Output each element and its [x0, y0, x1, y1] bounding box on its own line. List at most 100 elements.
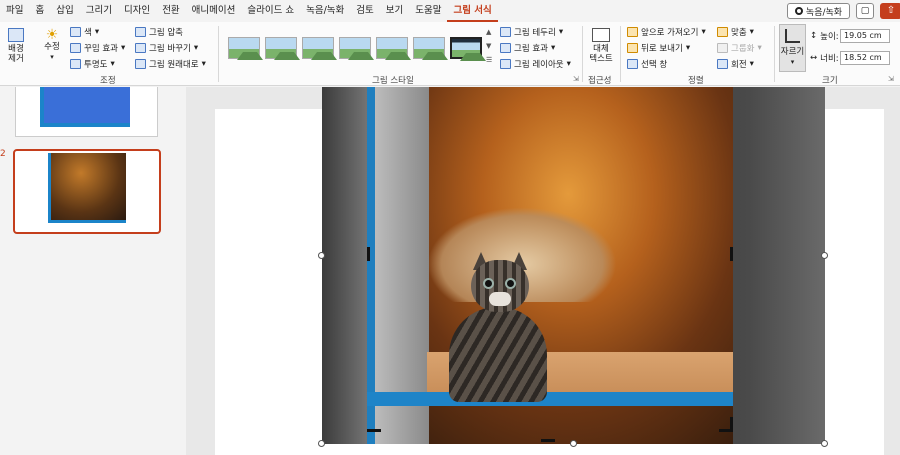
chevron-down-icon: ▾ [120, 43, 126, 53]
slide-thumbnail-2[interactable] [13, 149, 161, 234]
crop-button[interactable]: 자르기 ▾ [779, 24, 806, 72]
cat-eye [505, 278, 516, 289]
menu-bar: 파일 홈 삽입 그리기 디자인 전환 애니메이션 슬라이드 쇼 녹음/녹화 검토… [0, 0, 900, 22]
tab-view[interactable]: 보기 [380, 0, 409, 22]
tab-draw[interactable]: 그리기 [80, 0, 118, 22]
record-button-label: 녹음/녹화 [805, 7, 843, 18]
tab-insert[interactable]: 삽입 [50, 0, 79, 22]
resize-handle-bottom-left[interactable] [318, 440, 325, 447]
crop-handle[interactable] [367, 247, 370, 261]
group-label: 그룹화 [731, 44, 755, 54]
cat [449, 252, 549, 402]
chevron-down-icon: ▾ [558, 27, 564, 37]
change-picture-label: 그림 바꾸기 [149, 44, 191, 54]
picture-layout-button[interactable]: 그림 레이아웃 ▾ [500, 58, 571, 70]
group-button[interactable]: 그룹화 ▾ [717, 42, 762, 54]
compress-label: 그림 압축 [149, 28, 183, 38]
picture-layout-icon [500, 59, 511, 69]
remove-background-icon [8, 28, 24, 42]
crop-handle[interactable] [541, 439, 555, 442]
compress-pictures-button[interactable]: 그림 압축 [135, 26, 183, 38]
dialog-launcher-icon[interactable]: ⇲ [888, 75, 894, 83]
tab-picture-format[interactable]: 그림 서식 [447, 0, 498, 22]
divider [218, 26, 219, 82]
remove-background-button[interactable]: 배경 제거 [4, 28, 28, 64]
align-label: 맞춤 [731, 28, 747, 38]
height-field[interactable]: 19.05 cm [840, 29, 890, 43]
change-picture-icon [135, 43, 146, 53]
chevron-down-icon: ▾ [50, 53, 54, 61]
align-button[interactable]: 맞춤 ▾ [717, 26, 754, 38]
chevron-down-icon: ▾ [685, 43, 691, 53]
alt-text-icon [592, 28, 610, 42]
tab-design[interactable]: 디자인 [118, 0, 156, 22]
selection-pane-label: 선택 창 [641, 60, 668, 70]
bring-forward-button[interactable]: 앞으로 가져오기 ▾ [627, 26, 706, 38]
divider [620, 26, 621, 82]
crop-handle[interactable] [730, 247, 733, 261]
resize-handle-bottom-right[interactable] [821, 440, 828, 447]
cat-eye [483, 278, 494, 289]
thumbnail-picture [40, 87, 130, 127]
tab-transitions[interactable]: 전환 [156, 0, 185, 22]
gallery-scroll-up-icon[interactable]: ▲ [486, 28, 491, 36]
picture-style-1[interactable] [228, 37, 263, 60]
resize-handle-right[interactable] [821, 252, 828, 259]
width-field[interactable]: 18.52 cm [840, 51, 890, 65]
share-button[interactable]: ⇧ [880, 3, 900, 19]
selection-pane-button[interactable]: 선택 창 [627, 58, 667, 70]
artistic-effects-label: 꾸밈 효과 [84, 44, 118, 54]
artistic-effects-button[interactable]: 꾸밈 효과 ▾ [70, 42, 125, 54]
picture-effects-button[interactable]: 그림 효과 ▾ [500, 42, 555, 54]
remove-background-label: 배경 제거 [8, 44, 24, 64]
slide-thumbnail-1[interactable] [15, 87, 158, 137]
align-icon [717, 27, 728, 37]
picture-style-2[interactable] [265, 37, 300, 60]
picture-border-button[interactable]: 그림 테두리 ▾ [500, 26, 563, 38]
rotate-button[interactable]: 회전 ▾ [717, 58, 754, 70]
tab-animations[interactable]: 애니메이션 [186, 0, 242, 22]
transparency-button[interactable]: 투명도 ▾ [70, 58, 115, 70]
record-icon [794, 7, 803, 15]
tab-record[interactable]: 녹음/녹화 [300, 0, 350, 22]
corrections-button[interactable]: ☀ 수정 ▾ [40, 28, 64, 62]
dialog-launcher-icon[interactable]: ⇲ [573, 75, 579, 83]
sun-icon: ☀ [45, 27, 59, 43]
picture-style-4[interactable] [339, 37, 374, 60]
picture-style-3[interactable] [302, 37, 337, 60]
change-picture-button[interactable]: 그림 바꾸기 ▾ [135, 42, 198, 54]
tab-file[interactable]: 파일 [0, 0, 29, 22]
crop-handle[interactable] [730, 417, 733, 431]
comments-button[interactable]: ▢ [856, 3, 874, 19]
picture-style-6[interactable] [413, 37, 448, 60]
tab-slideshow[interactable]: 슬라이드 쇼 [241, 0, 300, 22]
bring-forward-icon [627, 27, 638, 37]
arrange-group-label: 정렬 [688, 76, 704, 86]
resize-handle-left[interactable] [318, 252, 325, 259]
tab-home[interactable]: 홈 [29, 0, 50, 22]
resize-handle-bottom[interactable] [570, 440, 577, 447]
wall-pillar [367, 87, 429, 444]
height-label-text: 높이: [820, 32, 839, 42]
picture-style-7[interactable] [450, 37, 486, 61]
crop-handle[interactable] [367, 429, 381, 432]
send-backward-button[interactable]: 뒤로 보내기 ▾ [627, 42, 690, 54]
chevron-down-icon: ▾ [757, 43, 762, 53]
tab-review[interactable]: 검토 [350, 0, 379, 22]
width-label-text: 너비: [820, 54, 839, 64]
tab-help[interactable]: 도움말 [409, 0, 447, 22]
cat-picture[interactable] [367, 87, 733, 444]
gallery-scroll-down-icon[interactable]: ▼ [486, 42, 491, 50]
slide-number: 2 [0, 149, 6, 159]
gallery-more-icon[interactable]: ☰ [486, 56, 492, 64]
powerpoint-window: 파일 홈 삽입 그리기 디자인 전환 애니메이션 슬라이드 쇼 녹음/녹화 검토… [0, 0, 900, 455]
alt-text-label: 대체 텍스트 [589, 44, 613, 64]
divider [774, 26, 775, 82]
accessibility-group-label: 접근성 [588, 76, 612, 86]
alt-text-button[interactable]: 대체 텍스트 [588, 28, 614, 64]
color-button[interactable]: 색 ▾ [70, 26, 99, 38]
record-button[interactable]: 녹음/녹화 [787, 3, 850, 19]
size-group-label: 크기 [822, 76, 838, 86]
picture-style-5[interactable] [376, 37, 411, 60]
reset-picture-button[interactable]: 그림 원래대로 ▾ [135, 58, 206, 70]
